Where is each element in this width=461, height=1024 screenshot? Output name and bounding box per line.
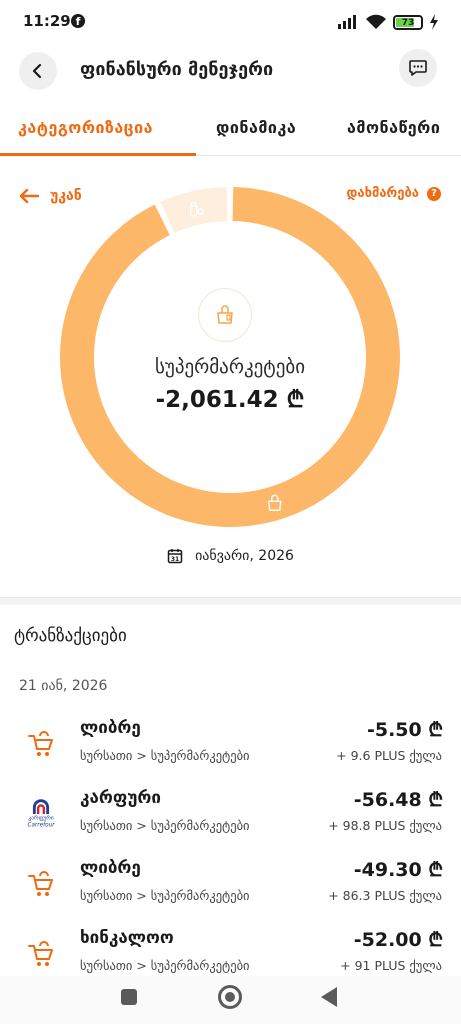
transactions-title: ტრანზაქციები (14, 626, 127, 646)
tab-bar: კატეგორიზაცია დინამიკა ამონაწერი (0, 104, 461, 156)
carrefour-logo: კარფური Carrefour (27, 799, 55, 828)
transaction-merchant: კარფური (80, 788, 161, 808)
tab-statement[interactable]: ამონაწერი (347, 118, 440, 137)
donut-segment-pharmacy[interactable] (160, 187, 228, 233)
arrow-left-icon (19, 188, 40, 204)
charging-icon (430, 14, 438, 30)
status-time: 11:29 (23, 12, 71, 30)
grocery-cart-icon (28, 871, 53, 896)
tab-dynamics[interactable]: დინამიკა (216, 118, 296, 137)
transaction-category: სურსათი > სუპერმარკეტები (80, 888, 250, 903)
transaction-logo: კარფური Carrefour (22, 798, 60, 830)
transaction-logo (22, 728, 60, 760)
active-tab-indicator (0, 153, 196, 156)
battery-icon: 73 (393, 14, 423, 30)
transaction-amount: -56.48 ₾ (353, 789, 443, 811)
status-icons: 73 (337, 12, 439, 32)
system-back-button[interactable] (321, 987, 337, 1007)
app-bar: ფინანსური მენეჯერი (0, 44, 461, 100)
selected-category-amount: -2,061.42 ₾ (155, 387, 305, 413)
transaction-amount: -49.30 ₾ (353, 859, 443, 881)
page-title: ფინანსური მენეჯერი (80, 59, 274, 80)
wifi-icon (366, 14, 386, 29)
grocery-cart-icon (28, 731, 53, 756)
chat-button[interactable] (399, 49, 437, 87)
facebook-icon: f (71, 14, 85, 28)
transaction-category: სურსათი > სუპერმარკეტები (80, 818, 250, 833)
calendar-day: 31 (171, 556, 179, 563)
transaction-points: + 9.6 PLUS ქულა (336, 748, 442, 763)
transaction-merchant: ხინკალოო (80, 928, 174, 948)
transaction-row[interactable]: კარფური Carrefour კარფური სურსათი > სუპე… (0, 784, 461, 854)
period-selector[interactable]: 31 იანვარი, 2026 (0, 548, 461, 564)
transaction-points: + 91 PLUS ქულა (340, 958, 442, 973)
selected-category-label: სუპერმარკეტები (154, 356, 306, 378)
transaction-merchant: ლიბრე (80, 858, 141, 878)
recent-apps-button[interactable] (121, 989, 137, 1005)
chevron-left-icon (32, 63, 42, 79)
transaction-amount: -5.50 ₾ (366, 719, 443, 741)
transactions-date-group: 21 იან, 2026 (19, 678, 108, 694)
home-button[interactable] (218, 985, 242, 1009)
battery-level: 73 (401, 17, 415, 28)
grocery-cart-icon (28, 941, 53, 966)
chat-icon (409, 60, 427, 76)
transaction-category: სურსათი > სუპერმარკეტები (80, 748, 250, 763)
transaction-row[interactable]: ლიბრე სურსათი > სუპერმარკეტები -5.50 ₾ +… (0, 714, 461, 784)
tab-categorization[interactable]: კატეგორიზაცია (18, 118, 153, 137)
transaction-row[interactable]: ლიბრე სურსათი > სუპერმარკეტები -49.30 ₾ … (0, 854, 461, 924)
status-bar: 11:29 f 73 (0, 0, 461, 44)
section-divider (0, 597, 461, 605)
transaction-category: სურსათი > სუპერმარკეტები (80, 958, 250, 973)
transaction-amount: -52.00 ₾ (353, 929, 443, 951)
transaction-merchant: ლიბრე (80, 718, 141, 738)
transaction-points: + 86.3 PLUS ქულა (328, 888, 442, 903)
center-category-icon (198, 288, 252, 342)
help-icon: ? (427, 186, 441, 201)
signal-icon (338, 15, 356, 29)
calendar-icon: 31 (167, 549, 183, 564)
back-button[interactable] (19, 52, 57, 90)
transaction-logo (22, 868, 60, 900)
transaction-logo (22, 938, 60, 970)
carrefour-logo-text: კარფური (28, 815, 54, 822)
system-nav-bar (0, 976, 461, 1024)
period-label: იანვარი, 2026 (195, 548, 294, 564)
carrefour-logo-subtext: Carrefour (27, 822, 55, 828)
transaction-points: + 98.8 PLUS ქულა (328, 818, 442, 833)
shopping-bag-icon (217, 305, 233, 324)
